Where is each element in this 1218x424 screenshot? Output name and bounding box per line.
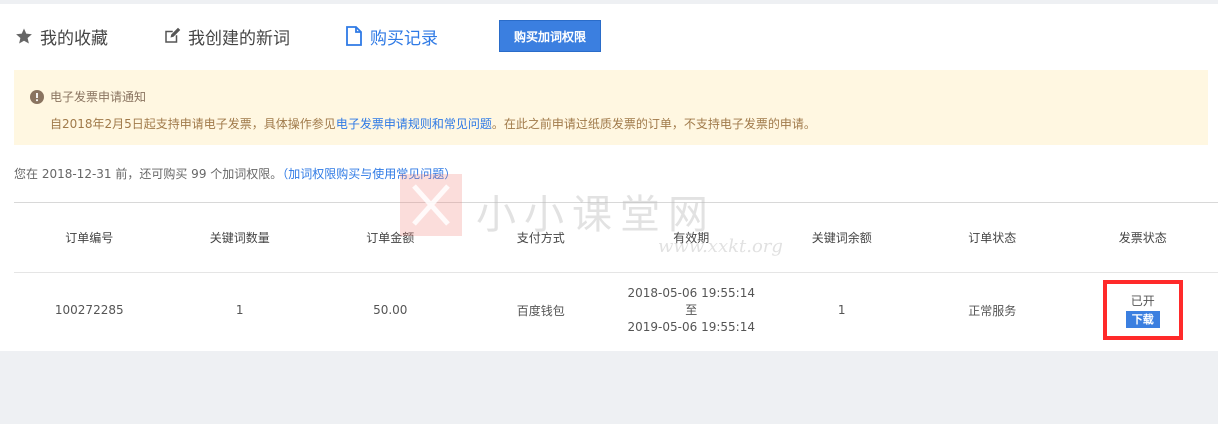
quota-faq-link[interactable]: （加词权限购买与使用常见问题） <box>282 167 456 181</box>
header-validity: 有效期 <box>673 231 710 245</box>
notice-title: 电子发票申请通知 <box>30 88 146 105</box>
invoice-status-text: 已开 <box>1130 293 1155 308</box>
notice-body-prefix: 自2018年2月5日起支持申请电子发票，具体操作参见 <box>50 117 336 131</box>
remaining-quota: 您在 2018-12-31 前，还可购买 99 个加词权限。（加词权限购买与使用… <box>14 165 456 182</box>
header-amount: 订单金额 <box>366 231 415 245</box>
header-invoice-status: 发票状态 <box>1118 231 1167 245</box>
cell-keyword-balance: 1 <box>837 303 846 317</box>
cell-amount: 50.00 <box>373 303 408 317</box>
table-header: 订单编号 关键词数量 订单金额 支付方式 有效期 关键词余额 订单状态 发票状态 <box>14 203 1218 273</box>
header-payment: 支付方式 <box>516 231 565 245</box>
header-keyword-balance: 关键词余额 <box>811 231 872 245</box>
buy-permission-button[interactable]: 购买加词权限 <box>499 20 601 52</box>
validity-to: 至 <box>685 302 698 317</box>
tab-created-words-label: 我创建的新词 <box>188 28 290 49</box>
tab-bar: 我的收藏 我创建的新词 购买记录 购买加词权限 <box>14 20 601 52</box>
invoice-rules-link[interactable]: 电子发票申请规则和常见问题 <box>336 117 492 131</box>
cell-validity: 2018-05-06 19:55:14 至 2019-05-06 19:55:1… <box>616 273 767 347</box>
table-row: 100272285 1 50.00 百度钱包 2018-05-06 19:55:… <box>14 273 1218 347</box>
notice-body-suffix: 。在此之前申请过纸质发票的订单，不支持电子发票的申请。 <box>491 117 816 131</box>
tab-purchase-records[interactable]: 购买记录 <box>344 24 499 49</box>
tab-created-words[interactable]: 我创建的新词 <box>162 24 344 49</box>
download-invoice-button[interactable]: 下载 <box>1125 310 1160 328</box>
validity-end: 2019-05-06 19:55:14 <box>627 319 755 334</box>
edit-icon <box>162 26 182 46</box>
cell-invoice-status: 已开 下载 <box>1068 273 1218 347</box>
cell-order-status: 正常服务 <box>968 303 1017 318</box>
order-table: 订单编号 关键词数量 订单金额 支付方式 有效期 关键词余额 订单状态 发票状态… <box>14 203 1218 347</box>
star-icon <box>14 26 34 46</box>
remaining-quota-text: 您在 2018-12-31 前，还可购买 99 个加词权限。 <box>14 167 283 181</box>
header-order-status: 订单状态 <box>968 231 1017 245</box>
header-keyword-count: 关键词数量 <box>209 231 270 245</box>
tab-favorites[interactable]: 我的收藏 <box>14 24 162 49</box>
header-order-id: 订单编号 <box>65 231 114 245</box>
tab-purchase-records-label: 购买记录 <box>370 28 438 49</box>
tab-favorites-label: 我的收藏 <box>40 28 108 49</box>
invoice-highlight-box: 已开 下载 <box>1102 280 1183 340</box>
cell-payment: 百度钱包 <box>516 303 565 318</box>
document-icon <box>344 26 364 46</box>
invoice-notice: 电子发票申请通知 自2018年2月5日起支持申请电子发票，具体操作参见电子发票申… <box>14 70 1208 145</box>
notice-body: 自2018年2月5日起支持申请电子发票，具体操作参见电子发票申请规则和常见问题。… <box>50 115 816 132</box>
cell-order-id: 100272285 <box>54 303 124 317</box>
validity-start: 2018-05-06 19:55:14 <box>627 285 755 300</box>
cell-keyword-count: 1 <box>235 303 244 317</box>
exclamation-circle-icon <box>30 89 44 104</box>
notice-title-text: 电子发票申请通知 <box>50 90 147 104</box>
